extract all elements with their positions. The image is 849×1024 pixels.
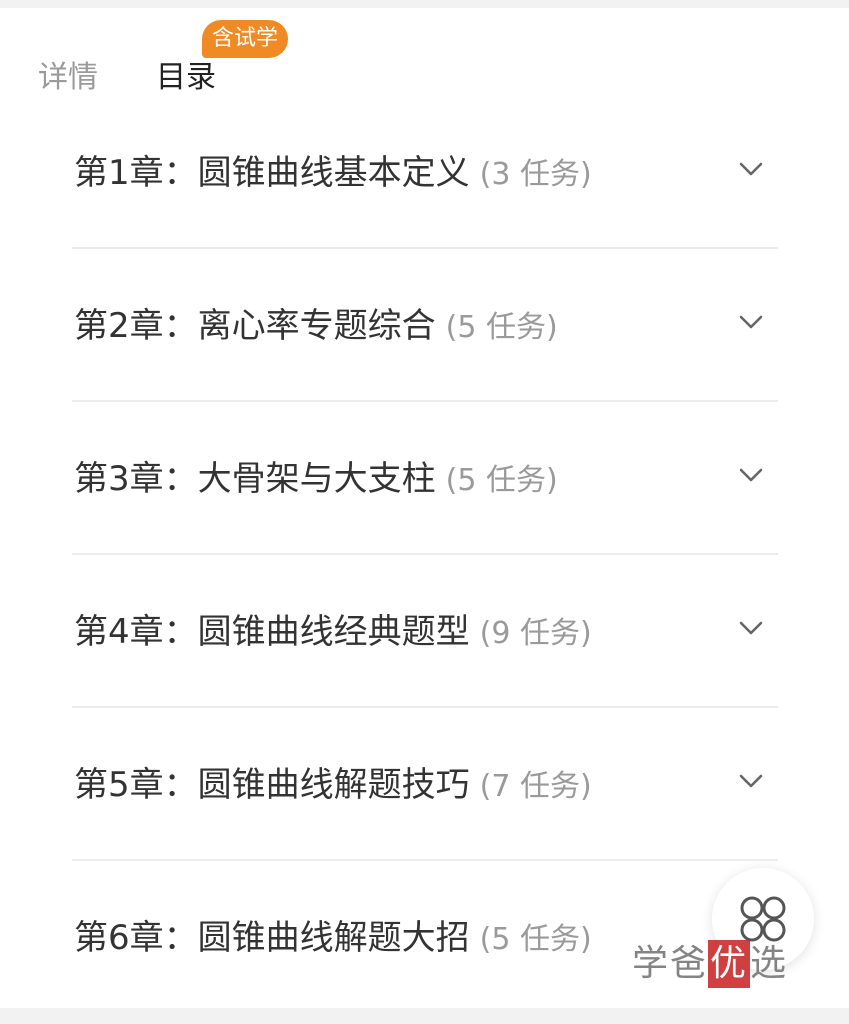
chapter-title-text: 第3章：大骨架与大支柱: [74, 459, 436, 499]
bottom-divider-strip: [0, 1008, 849, 1024]
chapter-title: 第4章：圆锥曲线经典题型 (9 任务): [74, 609, 592, 657]
chapter-title: 第2章：离心率专题综合 (5 任务): [74, 303, 558, 351]
chapter-title-text: 第1章：圆锥曲线基本定义: [74, 153, 470, 193]
chapter-task-count: (5 任务): [445, 310, 558, 345]
course-catalog-page: 详情 目录 含试学 第1章：圆锥曲线基本定义 (3 任务) 第2章：离心率专题综合…: [0, 0, 849, 1024]
chapter-item[interactable]: 第5章：圆锥曲线解题技巧 (7 任务): [72, 708, 778, 861]
chapter-item[interactable]: 第4章：圆锥曲线经典题型 (9 任务): [72, 555, 778, 708]
chapter-title: 第5章：圆锥曲线解题技巧 (7 任务): [74, 762, 592, 810]
chapter-item[interactable]: 第1章：圆锥曲线基本定义 (3 任务): [72, 96, 778, 249]
chapter-item[interactable]: 第2章：离心率专题综合 (5 任务): [72, 249, 778, 402]
chapter-task-count: (7 任务): [479, 769, 592, 804]
chevron-down-icon[interactable]: [738, 309, 764, 335]
chapter-list: 第1章：圆锥曲线基本定义 (3 任务) 第2章：离心率专题综合 (5 任务) 第3章…: [72, 96, 778, 1012]
chevron-down-icon[interactable]: [738, 615, 764, 641]
chapter-title: 第3章：大骨架与大支柱 (5 任务): [74, 456, 558, 504]
chapter-title: 第6章：圆锥曲线解题大招 (5 任务): [74, 915, 592, 963]
watermark-text-end: 选: [750, 943, 789, 984]
trial-badge: 含试学: [202, 20, 289, 58]
chapter-item[interactable]: 第3章：大骨架与大支柱 (5 任务): [72, 402, 778, 555]
chapter-task-count: (5 任务): [479, 922, 592, 957]
tab-details[interactable]: 详情: [38, 58, 98, 98]
grid-menu-icon: [740, 896, 786, 942]
chapter-title: 第1章：圆锥曲线基本定义 (3 任务): [74, 150, 592, 198]
chapter-title-text: 第6章：圆锥曲线解题大招: [74, 918, 470, 958]
chapter-title-text: 第2章：离心率专题综合: [74, 306, 436, 346]
chapter-task-count: (9 任务): [479, 616, 592, 651]
watermark-text: 学爸: [632, 943, 709, 984]
watermark: 学爸优选: [632, 940, 788, 988]
chapter-title-text: 第5章：圆锥曲线解题技巧: [74, 765, 470, 805]
chapter-task-count: (3 任务): [479, 157, 592, 192]
chevron-down-icon[interactable]: [738, 156, 764, 182]
tab-bar: 详情 目录 含试学: [0, 0, 849, 110]
tab-catalog[interactable]: 目录: [156, 58, 216, 98]
watermark-seal: 优: [708, 940, 751, 988]
chapter-task-count: (5 任务): [445, 463, 558, 498]
chevron-down-icon[interactable]: [738, 768, 764, 794]
chapter-title-text: 第4章：圆锥曲线经典题型: [74, 612, 470, 652]
chevron-down-icon[interactable]: [738, 462, 764, 488]
chapter-item[interactable]: 第6章：圆锥曲线解题大招 (5 任务): [72, 861, 778, 1012]
